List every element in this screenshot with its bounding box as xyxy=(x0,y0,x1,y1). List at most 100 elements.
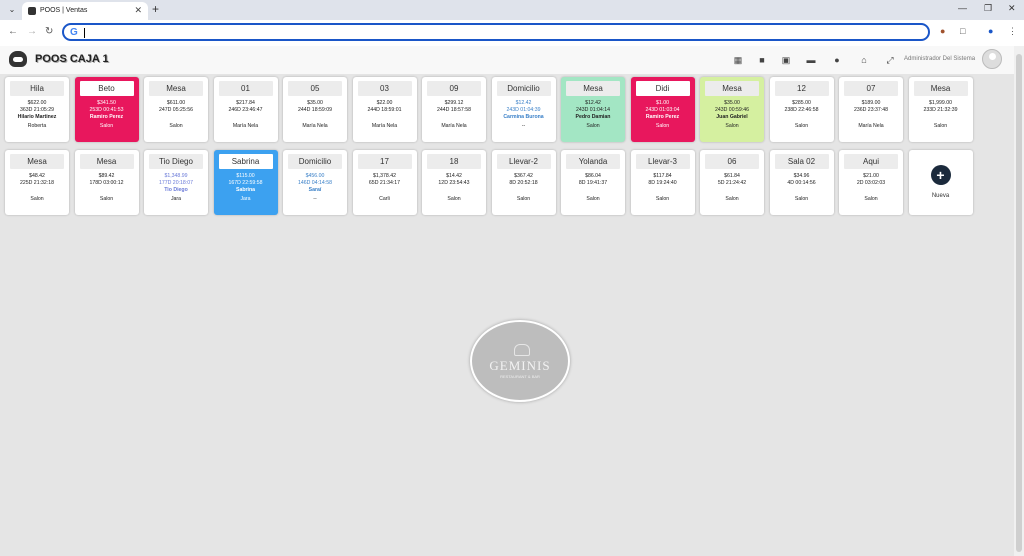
expand-icon[interactable]: ⤢ xyxy=(885,55,895,65)
table-card[interactable]: Mesa $48.42 225D 21:32:18 Salon xyxy=(5,150,69,215)
table-name: Tio Diego xyxy=(149,154,203,169)
google-g-icon: G xyxy=(70,27,78,38)
table-duration: 247D 05:25:56 xyxy=(158,107,194,113)
table-client: Sabrina xyxy=(235,187,256,193)
close-tab-icon[interactable]: ✕ xyxy=(134,5,142,16)
card-icon[interactable]: ▬ xyxy=(806,55,816,65)
table-duration: 363D 21:05:29 xyxy=(19,107,55,113)
table-duration: 243D 01:04:39 xyxy=(506,107,541,113)
table-area: Salon xyxy=(655,123,670,129)
table-client xyxy=(144,114,208,121)
table-area: Roberta xyxy=(27,123,47,129)
table-total: $456.00 xyxy=(305,173,325,179)
document-icon[interactable]: ▣ xyxy=(781,55,791,65)
table-client xyxy=(561,187,625,194)
table-area: Salon xyxy=(864,196,878,202)
table-duration: 178D 03:00:12 xyxy=(89,180,124,186)
table-name: Mesa xyxy=(10,154,64,169)
table-card[interactable]: Mesa $1,999.00 233D 21:32:39 Salon xyxy=(908,77,973,142)
restore-icon[interactable]: ❐ xyxy=(984,3,992,14)
table-card[interactable]: 05 $35.00 244D 18:59:09 María Nela xyxy=(283,77,347,142)
table-client xyxy=(75,187,139,194)
table-card[interactable]: 18 $14.42 12D 23:54:43 Salon xyxy=(422,150,486,215)
table-card[interactable]: Mesa $12.42 243D 01:04:14 Pedro Damian Salon xyxy=(561,77,625,142)
table-duration: 5D 21:24:42 xyxy=(717,180,747,186)
table-card[interactable]: Llevar-2 $367.42 8D 20:52:18 Salon xyxy=(491,150,556,215)
new-table-button[interactable]: + Nueva xyxy=(908,150,973,215)
table-card[interactable]: Mesa $35.00 243D 00:59:46 Juan Gabriel Salon xyxy=(700,77,764,142)
scrollbar-thumb[interactable] xyxy=(1016,54,1022,552)
table-card[interactable]: Domicilio $456.00 146D 04:14:58 Saraí -- xyxy=(283,150,347,215)
table-card[interactable]: Yolanda $86.04 8D 19:41:37 Salon xyxy=(561,150,625,215)
table-area: Salon xyxy=(99,196,114,202)
table-total: $35.00 xyxy=(724,100,740,106)
table-card[interactable]: 09 $299.12 244D 18:57:58 María Nela xyxy=(422,77,486,142)
table-card[interactable]: Mesa $89.42 178D 03:00:12 Salon xyxy=(74,150,139,215)
table-name: 07 xyxy=(844,81,898,96)
table-name: Didi xyxy=(635,81,690,96)
table-duration: 12D 23:54:43 xyxy=(438,180,470,186)
table-area: María Nela xyxy=(302,123,328,129)
table-name: Llevar-3 xyxy=(635,154,690,169)
tab-search-icon[interactable]: ⌄ xyxy=(6,4,18,16)
user-gear-icon[interactable]: ● xyxy=(832,55,842,65)
menu-icon[interactable]: ⋮ xyxy=(1008,26,1017,37)
table-duration: 243D 00:59:46 xyxy=(714,107,750,113)
table-name: Mesa xyxy=(913,81,968,96)
table-card[interactable]: Tio Diego $1,348.99 177D 20:18:07 Tio Diego… xyxy=(144,150,208,215)
table-duration: 8D 19:41:37 xyxy=(578,180,608,186)
home-icon[interactable]: ⌂ xyxy=(859,55,869,65)
table-duration: 146D 04:14:58 xyxy=(297,180,333,186)
table-card[interactable]: 07 $189.00 236D 23:37:48 María Nela xyxy=(839,77,903,142)
table-client: Hilario Martinez xyxy=(17,114,57,120)
table-card[interactable]: Didi $1.00 243D 01:03:04 Ramiro Perez Salon xyxy=(630,77,695,142)
table-client xyxy=(422,187,486,194)
table-name: 09 xyxy=(427,81,481,96)
table-duration: 244D 18:57:58 xyxy=(436,107,472,113)
calendar-icon[interactable]: ▦ xyxy=(733,55,743,65)
table-total: $12.42 xyxy=(585,100,601,106)
table-area: Salon xyxy=(725,196,739,202)
table-name: 05 xyxy=(288,81,342,96)
table-card[interactable]: Aqui $21.00 2D 03:02:03 Salon xyxy=(839,150,903,215)
table-duration: 225D 21:32:18 xyxy=(19,180,55,186)
table-client xyxy=(353,114,417,121)
reload-icon[interactable]: ↻ xyxy=(45,26,53,37)
table-card[interactable]: Llevar-3 $117.84 8D 19:24:40 Salon xyxy=(630,150,695,215)
avatar[interactable] xyxy=(982,49,1002,69)
lock-icon[interactable]: ■ xyxy=(757,55,767,65)
table-card[interactable]: 06 $61.84 5D 21:24:42 Salon xyxy=(700,150,764,215)
table-duration: 244D 18:59:01 xyxy=(367,107,402,113)
table-duration: 177D 20:18:07 xyxy=(158,180,194,186)
table-area: Salon xyxy=(794,196,809,202)
browser-tab[interactable]: POOS | Ventas ✕ xyxy=(22,2,148,20)
table-card[interactable]: Sabrina $115.00 167D 22:59:58 Sabrina Jara xyxy=(213,150,278,215)
table-card[interactable]: Mesa $611.00 247D 05:25:56 Salon xyxy=(144,77,208,142)
table-card[interactable]: 12 $285.00 238D 22:46:58 Salon xyxy=(769,77,834,142)
table-card[interactable]: 17 $1,378.42 65D 21:34:17 Carli xyxy=(352,150,417,215)
cookie-icon[interactable]: ● xyxy=(940,26,945,36)
table-card[interactable]: 03 $22.00 244D 18:59:01 María Nela xyxy=(352,77,417,142)
table-card[interactable]: 01 $217.84 246D 23:46:47 María Nela xyxy=(213,77,278,142)
table-client xyxy=(839,187,903,194)
back-icon[interactable]: ← xyxy=(8,26,18,37)
minimize-icon[interactable]: — xyxy=(958,3,967,13)
address-bar[interactable]: G xyxy=(62,23,930,41)
table-duration: 167D 22:59:58 xyxy=(228,180,263,186)
table-card[interactable]: Hila $622.00 363D 21:05:29 Hilario Martinez… xyxy=(5,77,69,142)
close-window-icon[interactable]: ✕ xyxy=(1008,3,1016,14)
new-tab-button[interactable]: + xyxy=(152,2,159,16)
profile-icon[interactable]: ● xyxy=(988,26,993,36)
table-client: Carmina Burona xyxy=(503,114,544,120)
table-total: $285.00 xyxy=(792,100,811,106)
table-card[interactable]: Beto $341.50 253D 00:41:53 Ramiro Perez Salo… xyxy=(74,77,139,142)
table-card[interactable]: Domicilio $12.42 243D 01:04:39 Carmina Buro… xyxy=(491,77,556,142)
table-duration: 8D 19:24:40 xyxy=(648,180,677,186)
forward-icon[interactable]: → xyxy=(27,26,37,37)
table-name: Domicilio xyxy=(288,154,342,169)
table-card[interactable]: Sala 02 $34.96 4D 00:14:56 Salon xyxy=(769,150,834,215)
extensions-icon[interactable]: □ xyxy=(960,26,965,36)
table-duration: 243D 01:03:04 xyxy=(645,107,680,113)
scrollbar[interactable] xyxy=(1014,46,1024,556)
table-total: $1,378.42 xyxy=(372,173,397,179)
